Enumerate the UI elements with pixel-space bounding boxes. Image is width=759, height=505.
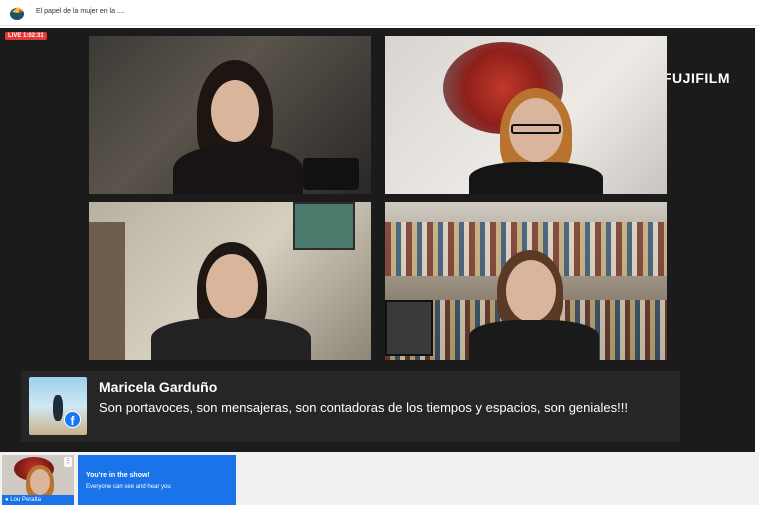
top-bar: El papel de la mujer en la .... (0, 0, 759, 26)
comment-banner: f Maricela Garduño Son portavoces, son m… (21, 371, 680, 442)
status-card-subtitle: Everyone can see and hear you (86, 484, 171, 490)
comment-author: Maricela Garduño (99, 379, 218, 395)
status-card-title: You're in the show! (86, 472, 150, 479)
video-tile-2[interactable] (385, 36, 667, 194)
app-logo-icon (10, 7, 24, 20)
wall-poster (293, 202, 355, 250)
framed-picture (385, 300, 433, 356)
video-tile-4[interactable] (385, 202, 667, 360)
more-options-icon[interactable]: ⋮ (64, 457, 72, 467)
video-tile-3[interactable] (89, 202, 371, 360)
avatar-figure (53, 395, 63, 421)
participant-body (173, 146, 303, 194)
participant-body (469, 320, 599, 360)
participant-face (211, 80, 259, 142)
participant-face (506, 260, 556, 322)
brand-logo: FUJIFILM (663, 70, 730, 86)
facebook-icon: f (64, 411, 81, 428)
video-tile-1[interactable] (89, 36, 371, 194)
participant-face (206, 254, 258, 318)
live-badge: LIVE 1:02:31 (5, 32, 47, 40)
comment-text: Son portavoces, son mensajeras, son cont… (99, 400, 628, 415)
status-card: You're in the show! Everyone can see and… (78, 455, 236, 505)
stream-title: El papel de la mujer en la .... (36, 8, 125, 15)
commenter-avatar (29, 377, 87, 435)
participant-body (469, 162, 603, 194)
glasses (511, 124, 561, 134)
self-view-name-bar: ● Lou Peralta (2, 495, 74, 505)
bookshelf (89, 222, 125, 360)
participant-body (151, 318, 311, 360)
broadcast-stage: LIVE 1:02:31 FUJIFILM f Maricela Garduño… (0, 28, 755, 452)
camera-prop (303, 158, 359, 190)
self-view-name: Lou Peralta (10, 497, 41, 503)
person-icon: ● (5, 497, 9, 503)
backstage-bar: ⋮ ● Lou Peralta You're in the show! Ever… (0, 452, 759, 505)
self-view-tile[interactable]: ⋮ ● Lou Peralta (2, 455, 74, 505)
participant-face (30, 469, 50, 495)
